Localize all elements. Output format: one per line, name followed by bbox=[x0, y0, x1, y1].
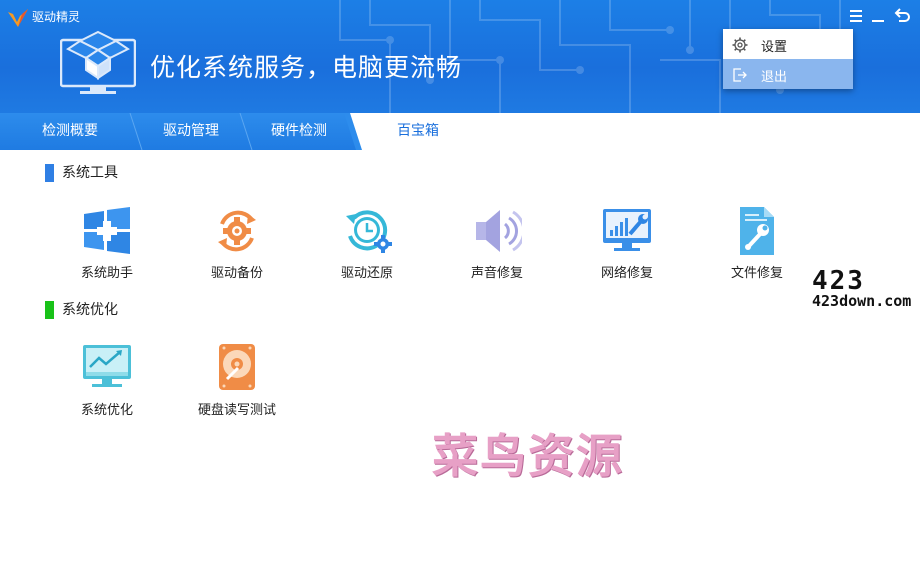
tab-overview[interactable]: 检测概要 bbox=[0, 113, 140, 150]
tool-label: 声音修复 bbox=[470, 266, 523, 281]
section-marker bbox=[45, 164, 54, 182]
monitor-chart-icon bbox=[83, 345, 131, 387]
tab-bar: 检测概要 驱动管理 硬件检测 百宝箱 bbox=[0, 113, 920, 150]
windows-plus-icon bbox=[84, 207, 130, 254]
tool-sound-repair[interactable]: 声音修复 bbox=[442, 206, 552, 292]
menu-item-exit[interactable]: 退出 bbox=[723, 59, 853, 89]
main-dropdown-menu: 设置 退出 bbox=[723, 29, 853, 89]
hero-monitor-boxes-icon bbox=[60, 30, 136, 94]
tool-network-repair[interactable]: 网络修复 bbox=[572, 206, 682, 292]
watermark-423down: 423 423down.com bbox=[812, 266, 916, 316]
tab-hardware-detect[interactable]: 硬件检测 bbox=[240, 113, 358, 150]
watermark-423-url: 423down.com bbox=[812, 292, 912, 310]
tool-label: 系统助手 bbox=[80, 266, 133, 281]
menu-button[interactable] bbox=[846, 6, 866, 26]
minimize-button[interactable] bbox=[868, 6, 888, 26]
hero-title: 优化系统服务，电脑更流畅 bbox=[150, 53, 463, 82]
app-logo-icon bbox=[8, 9, 28, 27]
exit-icon bbox=[733, 68, 747, 82]
menu-item-label: 退出 bbox=[761, 70, 788, 85]
hamburger-icon bbox=[850, 10, 862, 22]
clock-restore-icon bbox=[346, 210, 392, 253]
section-marker bbox=[45, 301, 54, 319]
watermark-423-big: 423 bbox=[812, 266, 865, 296]
gear-icon bbox=[732, 37, 748, 53]
section-title: 系统优化 bbox=[62, 302, 118, 318]
tool-label: 硬盘读写测试 bbox=[197, 403, 276, 418]
tool-label: 系统优化 bbox=[80, 403, 133, 418]
monitor-wrench-icon bbox=[603, 209, 651, 251]
back-button[interactable] bbox=[893, 6, 913, 26]
tab-strip: 检测概要 驱动管理 硬件检测 百宝箱 bbox=[0, 113, 488, 150]
return-arrow-icon bbox=[894, 8, 910, 22]
tool-driver-backup[interactable]: 驱动备份 bbox=[182, 206, 292, 292]
tool-file-repair[interactable]: 文件修复 bbox=[702, 206, 812, 292]
section-title: 系统工具 bbox=[62, 165, 118, 181]
menu-item-settings[interactable]: 设置 bbox=[723, 29, 853, 59]
tool-system-assistant[interactable]: 系统助手 bbox=[52, 206, 162, 292]
tool-label: 驱动备份 bbox=[210, 266, 263, 281]
tab-toolbox[interactable]: 百宝箱 bbox=[356, 113, 480, 150]
minimize-icon bbox=[872, 20, 884, 22]
file-wrench-icon bbox=[740, 207, 774, 255]
tool-system-optimize[interactable]: 系统优化 bbox=[52, 343, 162, 429]
menu-item-label: 设置 bbox=[761, 40, 788, 55]
tool-disk-rw-test[interactable]: 硬盘读写测试 bbox=[182, 343, 292, 429]
speaker-icon bbox=[476, 210, 522, 252]
app-name: 驱动精灵 bbox=[32, 10, 81, 24]
tab-driver-manage[interactable]: 驱动管理 bbox=[128, 113, 254, 150]
tool-label: 驱动还原 bbox=[340, 266, 393, 281]
hdd-icon bbox=[219, 344, 255, 390]
watermark-cainiao: 菜鸟资源 bbox=[432, 429, 624, 483]
tool-label: 文件修复 bbox=[730, 266, 783, 281]
tool-label: 网络修复 bbox=[600, 266, 653, 281]
tool-driver-restore[interactable]: 驱动还原 bbox=[312, 206, 422, 292]
gear-cycle-icon bbox=[218, 210, 256, 252]
